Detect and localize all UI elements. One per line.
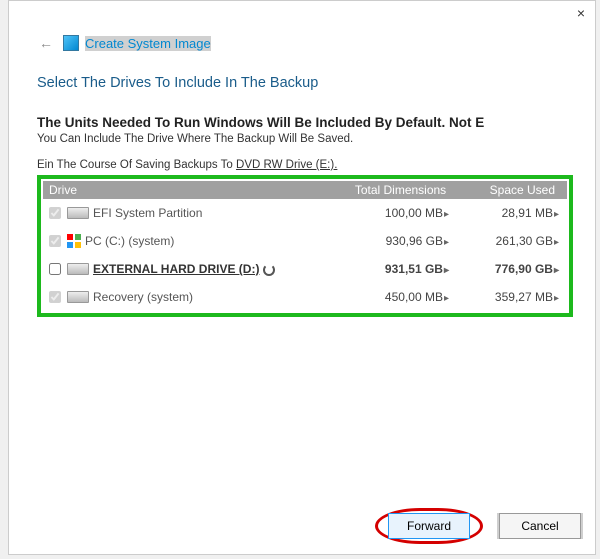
cell-total: 450,00 MB▸ [347,290,457,304]
cell-used: 261,30 GB▸ [457,234,567,248]
drive-table: Drive Total Dimensions Space Used EFI Sy… [37,175,573,317]
table-row: Recovery (system)450,00 MB▸359,27 MB▸ [43,283,567,311]
back-arrow-icon[interactable]: ← [39,35,53,51]
drive-icon [67,207,89,219]
windows-icon [67,234,81,248]
header-row: ← Create System Image [9,29,595,55]
table-row: EFI System Partition100,00 MB▸28,91 MB▸ [43,199,567,227]
table-row: EXTERNAL HARD DRIVE (D:)931,51 GB▸776,90… [43,255,567,283]
drive-name: EXTERNAL HARD DRIVE (D:) [93,262,347,276]
drive-checkbox [49,235,61,247]
cell-total: 100,00 MB▸ [347,206,457,220]
sub-heading: The Units Needed To Run Windows Will Be … [37,115,573,130]
drive-name: EFI System Partition [93,206,347,220]
cell-used: 28,91 MB▸ [457,206,567,220]
app-icon [63,35,79,51]
col-drive-header: Drive [43,183,349,197]
page-heading: Select The Drives To Include In The Back… [37,75,573,91]
forward-button[interactable]: Forward [388,513,470,539]
sub-text: You Can Include The Drive Where The Back… [37,133,573,145]
table-row: PC (C:) (system)930,96 GB▸261,30 GB▸ [43,227,567,255]
footer-buttons: Forward Cancel [375,508,583,544]
drive-name: Recovery (system) [93,290,347,304]
drive-checkbox [49,207,61,219]
content-area: Select The Drives To Include In The Back… [9,55,595,317]
close-icon[interactable]: × [577,5,585,21]
cancel-shade: Cancel [497,513,583,539]
drive-checkbox [49,291,61,303]
cancel-button[interactable]: Cancel [499,513,581,539]
cell-used: 359,27 MB▸ [457,290,567,304]
dialog-window: × ← Create System Image Select The Drive… [8,0,596,555]
loading-spinner-icon [263,264,275,276]
drive-name: PC (C:) (system) [85,234,347,248]
table-body: EFI System Partition100,00 MB▸28,91 MB▸P… [43,199,567,311]
saving-drive: DVD RW Drive (E:). [236,159,337,171]
col-used-header: Space Used [458,183,567,197]
cell-used: 776,90 GB▸ [457,262,567,276]
cell-total: 930,96 GB▸ [347,234,457,248]
col-total-header: Total Dimensions [349,183,458,197]
titlebar: × [9,1,595,29]
window-title: Create System Image [85,36,211,51]
saving-target-line: Ein The Course Of Saving Backups To DVD … [37,159,573,171]
saving-prefix: Ein The Course Of Saving Backups To [37,159,236,171]
cell-total: 931,51 GB▸ [347,262,457,276]
drive-checkbox[interactable] [49,263,61,275]
table-header: Drive Total Dimensions Space Used [43,181,567,199]
drive-icon [67,291,89,303]
drive-icon [67,263,89,275]
forward-highlight: Forward [375,508,483,544]
